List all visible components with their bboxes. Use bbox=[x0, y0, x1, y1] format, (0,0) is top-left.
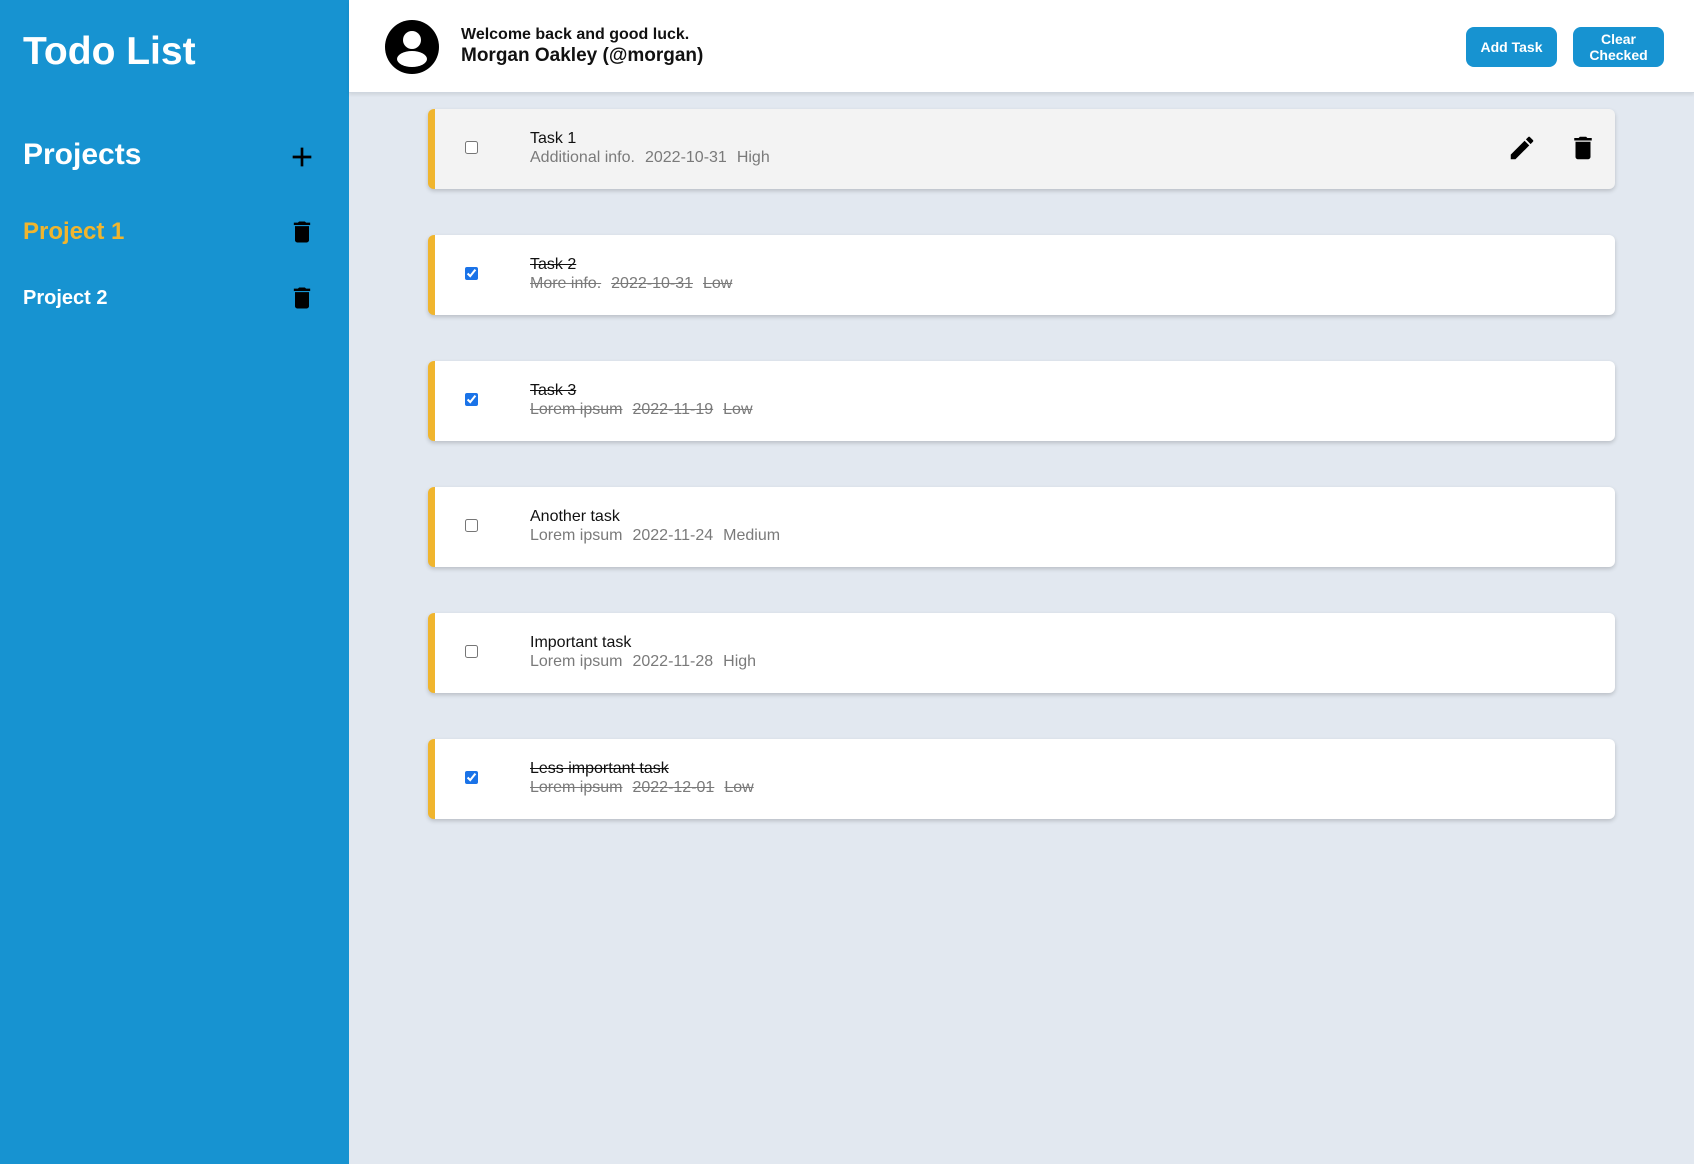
task-due-date: 2022-12-01 bbox=[632, 779, 715, 796]
task-meta: Lorem ipsum 2022-11-19 Low bbox=[530, 401, 763, 419]
edit-task-button[interactable] bbox=[1507, 133, 1537, 163]
delete-project-button[interactable] bbox=[288, 284, 316, 312]
user-name: Morgan Oakley (@morgan) bbox=[461, 45, 704, 66]
task-checkbox[interactable] bbox=[465, 771, 478, 784]
task-title: Task 1 bbox=[530, 130, 577, 147]
project-name: Project 1 bbox=[23, 218, 125, 245]
task-meta: Additional info. 2022-10-31 High bbox=[530, 149, 780, 167]
task-description: Lorem ipsum bbox=[530, 653, 623, 670]
app-title: Todo List bbox=[23, 30, 196, 73]
task-meta: More info. 2022-10-31 Low bbox=[530, 275, 742, 293]
task-checkbox[interactable] bbox=[465, 645, 478, 658]
task-checkbox[interactable] bbox=[465, 141, 478, 154]
header: Welcome back and good luck. Morgan Oakle… bbox=[349, 0, 1694, 93]
task-item[interactable]: Less important task Lorem ipsum 2022-12-0… bbox=[428, 739, 1615, 819]
task-priority: Low bbox=[702, 275, 733, 292]
task-priority: High bbox=[736, 149, 770, 166]
task-item[interactable]: Task 3 Lorem ipsum 2022-11-19 Low bbox=[428, 361, 1615, 441]
delete-project-button[interactable] bbox=[288, 218, 316, 246]
task-due-date: 2022-10-31 bbox=[644, 149, 727, 166]
add-project-button[interactable] bbox=[286, 141, 318, 173]
task-description: Lorem ipsum bbox=[530, 779, 623, 796]
task-item[interactable]: Task 2 More info. 2022-10-31 Low bbox=[428, 235, 1615, 315]
task-due-date: 2022-11-24 bbox=[632, 527, 714, 544]
delete-task-button[interactable] bbox=[1568, 133, 1598, 163]
pencil-icon bbox=[1510, 136, 1534, 160]
task-due-date: 2022-11-28 bbox=[632, 653, 714, 670]
task-checkbox[interactable] bbox=[465, 267, 478, 280]
plus-icon bbox=[292, 147, 312, 167]
sidebar-item-project-2[interactable]: Project 2 bbox=[0, 278, 349, 318]
task-priority: Medium bbox=[723, 527, 781, 544]
sidebar: Todo List Projects Project 1 Project 2 bbox=[0, 0, 349, 1164]
task-priority: Low bbox=[724, 779, 754, 796]
task-checkbox[interactable] bbox=[465, 519, 478, 532]
task-description: Lorem ipsum bbox=[530, 401, 623, 418]
user-circle-icon bbox=[385, 20, 439, 74]
clear-checked-button[interactable]: Clear Checked bbox=[1573, 27, 1664, 67]
task-title: Task 2 bbox=[530, 256, 577, 273]
trash-icon bbox=[293, 221, 311, 243]
task-meta: Lorem ipsum 2022-11-24 Medium bbox=[530, 527, 790, 545]
task-meta: Lorem ipsum 2022-11-28 High bbox=[530, 653, 766, 671]
task-checkbox[interactable] bbox=[465, 393, 478, 406]
task-due-date: 2022-10-31 bbox=[611, 275, 693, 292]
trash-icon bbox=[293, 287, 311, 309]
task-title: Another task bbox=[530, 508, 620, 525]
task-priority: Low bbox=[723, 401, 753, 418]
task-due-date: 2022-11-19 bbox=[632, 401, 714, 418]
task-item[interactable]: Important task Lorem ipsum 2022-11-28 High bbox=[428, 613, 1615, 693]
task-description: Lorem ipsum bbox=[530, 527, 623, 544]
task-title: Less important task bbox=[530, 760, 669, 777]
sidebar-item-project-1[interactable]: Project 1 bbox=[0, 212, 349, 252]
task-description: Additional info. bbox=[530, 149, 635, 166]
welcome-message: Welcome back and good luck. bbox=[461, 26, 690, 43]
task-title: Task 3 bbox=[530, 382, 577, 399]
task-priority: High bbox=[723, 653, 757, 670]
task-meta: Lorem ipsum 2022-12-01 Low bbox=[530, 779, 764, 797]
projects-heading: Projects bbox=[23, 138, 142, 171]
add-task-button[interactable]: Add Task bbox=[1466, 27, 1557, 67]
trash-icon bbox=[1574, 136, 1592, 160]
task-description: More info. bbox=[530, 275, 602, 292]
task-item[interactable]: Task 1 Additional info. 2022-10-31 High bbox=[428, 109, 1615, 189]
task-title: Important task bbox=[530, 634, 632, 651]
project-name: Project 2 bbox=[23, 287, 108, 309]
task-item[interactable]: Another task Lorem ipsum 2022-11-24 Medium bbox=[428, 487, 1615, 567]
